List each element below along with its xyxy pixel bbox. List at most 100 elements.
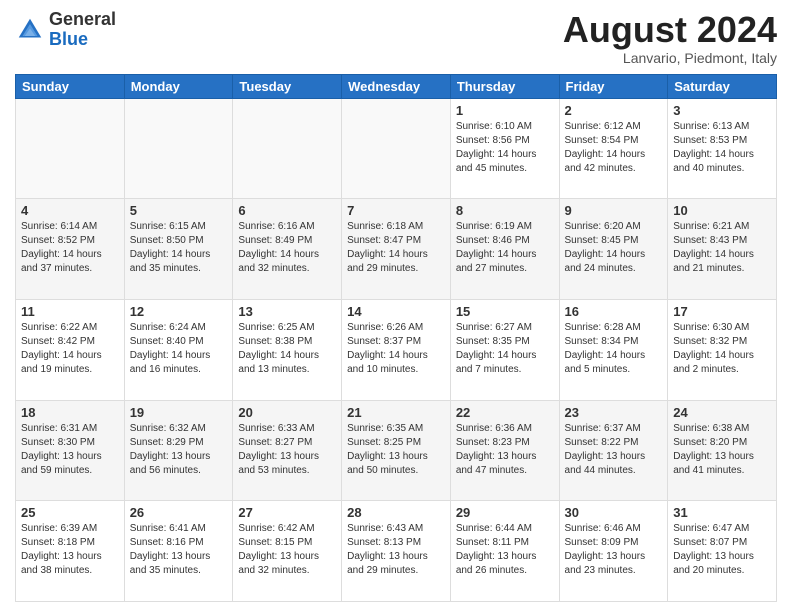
day-number: 16	[565, 304, 663, 319]
header-wednesday: Wednesday	[342, 74, 451, 98]
header-monday: Monday	[124, 74, 233, 98]
day-info: Sunrise: 6:13 AM Sunset: 8:53 PM Dayligh…	[673, 120, 771, 176]
day-number: 30	[565, 505, 663, 520]
day-info: Sunrise: 6:10 AM Sunset: 8:56 PM Dayligh…	[456, 120, 554, 176]
day-info: Sunrise: 6:21 AM Sunset: 8:43 PM Dayligh…	[673, 220, 771, 276]
calendar-cell-0-5: 2 Sunrise: 6:12 AM Sunset: 8:54 PM Daylig…	[559, 98, 668, 199]
day-info: Sunrise: 6:30 AM Sunset: 8:32 PM Dayligh…	[673, 321, 771, 377]
page: General Blue August 2024 Lanvario, Piedm…	[0, 0, 792, 612]
day-number: 10	[673, 203, 771, 218]
calendar-cell-4-3: 28 Sunrise: 6:43 AM Sunset: 8:13 PM Dayli…	[342, 501, 451, 602]
day-number: 7	[347, 203, 445, 218]
day-number: 8	[456, 203, 554, 218]
header-thursday: Thursday	[450, 74, 559, 98]
day-number: 6	[238, 203, 336, 218]
calendar-cell-1-1: 5 Sunrise: 6:15 AM Sunset: 8:50 PM Daylig…	[124, 199, 233, 300]
logo-general: General	[49, 10, 116, 30]
day-info: Sunrise: 6:16 AM Sunset: 8:49 PM Dayligh…	[238, 220, 336, 276]
day-info: Sunrise: 6:25 AM Sunset: 8:38 PM Dayligh…	[238, 321, 336, 377]
calendar-cell-0-2	[233, 98, 342, 199]
calendar-cell-1-5: 9Sunrise: 6:20 AM Sunset: 8:45 PM Daylig…	[559, 199, 668, 300]
day-number: 11	[21, 304, 119, 319]
calendar-week-3: 11Sunrise: 6:22 AM Sunset: 8:42 PM Dayli…	[16, 299, 777, 400]
day-number: 5	[130, 203, 228, 218]
day-info: Sunrise: 6:31 AM Sunset: 8:30 PM Dayligh…	[21, 422, 119, 478]
day-info: Sunrise: 6:47 AM Sunset: 8:07 PM Dayligh…	[673, 522, 771, 578]
day-number: 26	[130, 505, 228, 520]
day-info: Sunrise: 6:32 AM Sunset: 8:29 PM Dayligh…	[130, 422, 228, 478]
day-info: Sunrise: 6:37 AM Sunset: 8:22 PM Dayligh…	[565, 422, 663, 478]
subtitle: Lanvario, Piedmont, Italy	[563, 50, 777, 66]
day-info: Sunrise: 6:35 AM Sunset: 8:25 PM Dayligh…	[347, 422, 445, 478]
calendar-week-5: 25 Sunrise: 6:39 AM Sunset: 8:18 PM Dayli…	[16, 501, 777, 602]
day-number: 12	[130, 304, 228, 319]
day-info: Sunrise: 6:15 AM Sunset: 8:50 PM Dayligh…	[130, 220, 228, 276]
calendar-cell-0-0	[16, 98, 125, 199]
day-number: 21	[347, 405, 445, 420]
day-info: Sunrise: 6:33 AM Sunset: 8:27 PM Dayligh…	[238, 422, 336, 478]
header-tuesday: Tuesday	[233, 74, 342, 98]
calendar-cell-3-1: 19Sunrise: 6:32 AM Sunset: 8:29 PM Dayli…	[124, 400, 233, 501]
day-number: 17	[673, 304, 771, 319]
calendar-week-4: 18 Sunrise: 6:31 AM Sunset: 8:30 PM Dayli…	[16, 400, 777, 501]
calendar-cell-2-2: 13Sunrise: 6:25 AM Sunset: 8:38 PM Dayli…	[233, 299, 342, 400]
day-info: Sunrise: 6:20 AM Sunset: 8:45 PM Dayligh…	[565, 220, 663, 276]
day-number: 31	[673, 505, 771, 520]
title-area: August 2024 Lanvario, Piedmont, Italy	[563, 10, 777, 66]
day-number: 3	[673, 103, 771, 118]
day-number: 25	[21, 505, 119, 520]
day-number: 2	[565, 103, 663, 118]
calendar-cell-0-3	[342, 98, 451, 199]
calendar-cell-4-4: 29 Sunrise: 6:44 AM Sunset: 8:11 PM Dayli…	[450, 501, 559, 602]
day-info: Sunrise: 6:26 AM Sunset: 8:37 PM Dayligh…	[347, 321, 445, 377]
day-number: 23	[565, 405, 663, 420]
day-number: 28	[347, 505, 445, 520]
calendar-cell-4-1: 26 Sunrise: 6:41 AM Sunset: 8:16 PM Dayli…	[124, 501, 233, 602]
calendar-cell-3-6: 24 Sunrise: 6:38 AM Sunset: 8:20 PM Dayli…	[668, 400, 777, 501]
calendar-cell-4-6: 31 Sunrise: 6:47 AM Sunset: 8:07 PM Dayli…	[668, 501, 777, 602]
calendar-cell-4-5: 30 Sunrise: 6:46 AM Sunset: 8:09 PM Dayli…	[559, 501, 668, 602]
day-info: Sunrise: 6:38 AM Sunset: 8:20 PM Dayligh…	[673, 422, 771, 478]
calendar-cell-3-0: 18 Sunrise: 6:31 AM Sunset: 8:30 PM Dayli…	[16, 400, 125, 501]
day-number: 15	[456, 304, 554, 319]
calendar-header-row: Sunday Monday Tuesday Wednesday Thursday…	[16, 74, 777, 98]
day-info: Sunrise: 6:39 AM Sunset: 8:18 PM Dayligh…	[21, 522, 119, 578]
day-number: 29	[456, 505, 554, 520]
logo-text: General Blue	[49, 10, 116, 50]
calendar-cell-2-0: 11Sunrise: 6:22 AM Sunset: 8:42 PM Dayli…	[16, 299, 125, 400]
day-info: Sunrise: 6:28 AM Sunset: 8:34 PM Dayligh…	[565, 321, 663, 377]
calendar-week-2: 4Sunrise: 6:14 AM Sunset: 8:52 PM Daylig…	[16, 199, 777, 300]
day-info: Sunrise: 6:12 AM Sunset: 8:54 PM Dayligh…	[565, 120, 663, 176]
calendar-table: Sunday Monday Tuesday Wednesday Thursday…	[15, 74, 777, 602]
day-info: Sunrise: 6:46 AM Sunset: 8:09 PM Dayligh…	[565, 522, 663, 578]
calendar-cell-2-1: 12Sunrise: 6:24 AM Sunset: 8:40 PM Dayli…	[124, 299, 233, 400]
calendar-cell-4-2: 27Sunrise: 6:42 AM Sunset: 8:15 PM Dayli…	[233, 501, 342, 602]
calendar-cell-3-4: 22Sunrise: 6:36 AM Sunset: 8:23 PM Dayli…	[450, 400, 559, 501]
day-number: 14	[347, 304, 445, 319]
day-info: Sunrise: 6:36 AM Sunset: 8:23 PM Dayligh…	[456, 422, 554, 478]
day-info: Sunrise: 6:19 AM Sunset: 8:46 PM Dayligh…	[456, 220, 554, 276]
header: General Blue August 2024 Lanvario, Piedm…	[15, 10, 777, 66]
calendar-cell-3-5: 23 Sunrise: 6:37 AM Sunset: 8:22 PM Dayli…	[559, 400, 668, 501]
day-number: 18	[21, 405, 119, 420]
calendar-cell-1-0: 4Sunrise: 6:14 AM Sunset: 8:52 PM Daylig…	[16, 199, 125, 300]
calendar-cell-1-4: 8 Sunrise: 6:19 AM Sunset: 8:46 PM Daylig…	[450, 199, 559, 300]
header-saturday: Saturday	[668, 74, 777, 98]
day-number: 27	[238, 505, 336, 520]
day-info: Sunrise: 6:43 AM Sunset: 8:13 PM Dayligh…	[347, 522, 445, 578]
calendar-cell-1-3: 7Sunrise: 6:18 AM Sunset: 8:47 PM Daylig…	[342, 199, 451, 300]
day-info: Sunrise: 6:44 AM Sunset: 8:11 PM Dayligh…	[456, 522, 554, 578]
day-number: 24	[673, 405, 771, 420]
logo-blue: Blue	[49, 30, 116, 50]
header-sunday: Sunday	[16, 74, 125, 98]
calendar-cell-2-4: 15 Sunrise: 6:27 AM Sunset: 8:35 PM Dayli…	[450, 299, 559, 400]
header-friday: Friday	[559, 74, 668, 98]
day-info: Sunrise: 6:14 AM Sunset: 8:52 PM Dayligh…	[21, 220, 119, 276]
calendar-cell-2-3: 14 Sunrise: 6:26 AM Sunset: 8:37 PM Dayli…	[342, 299, 451, 400]
day-info: Sunrise: 6:27 AM Sunset: 8:35 PM Dayligh…	[456, 321, 554, 377]
day-info: Sunrise: 6:41 AM Sunset: 8:16 PM Dayligh…	[130, 522, 228, 578]
calendar-cell-0-4: 1Sunrise: 6:10 AM Sunset: 8:56 PM Daylig…	[450, 98, 559, 199]
day-number: 20	[238, 405, 336, 420]
calendar-cell-2-5: 16 Sunrise: 6:28 AM Sunset: 8:34 PM Dayli…	[559, 299, 668, 400]
calendar-cell-2-6: 17 Sunrise: 6:30 AM Sunset: 8:32 PM Dayli…	[668, 299, 777, 400]
